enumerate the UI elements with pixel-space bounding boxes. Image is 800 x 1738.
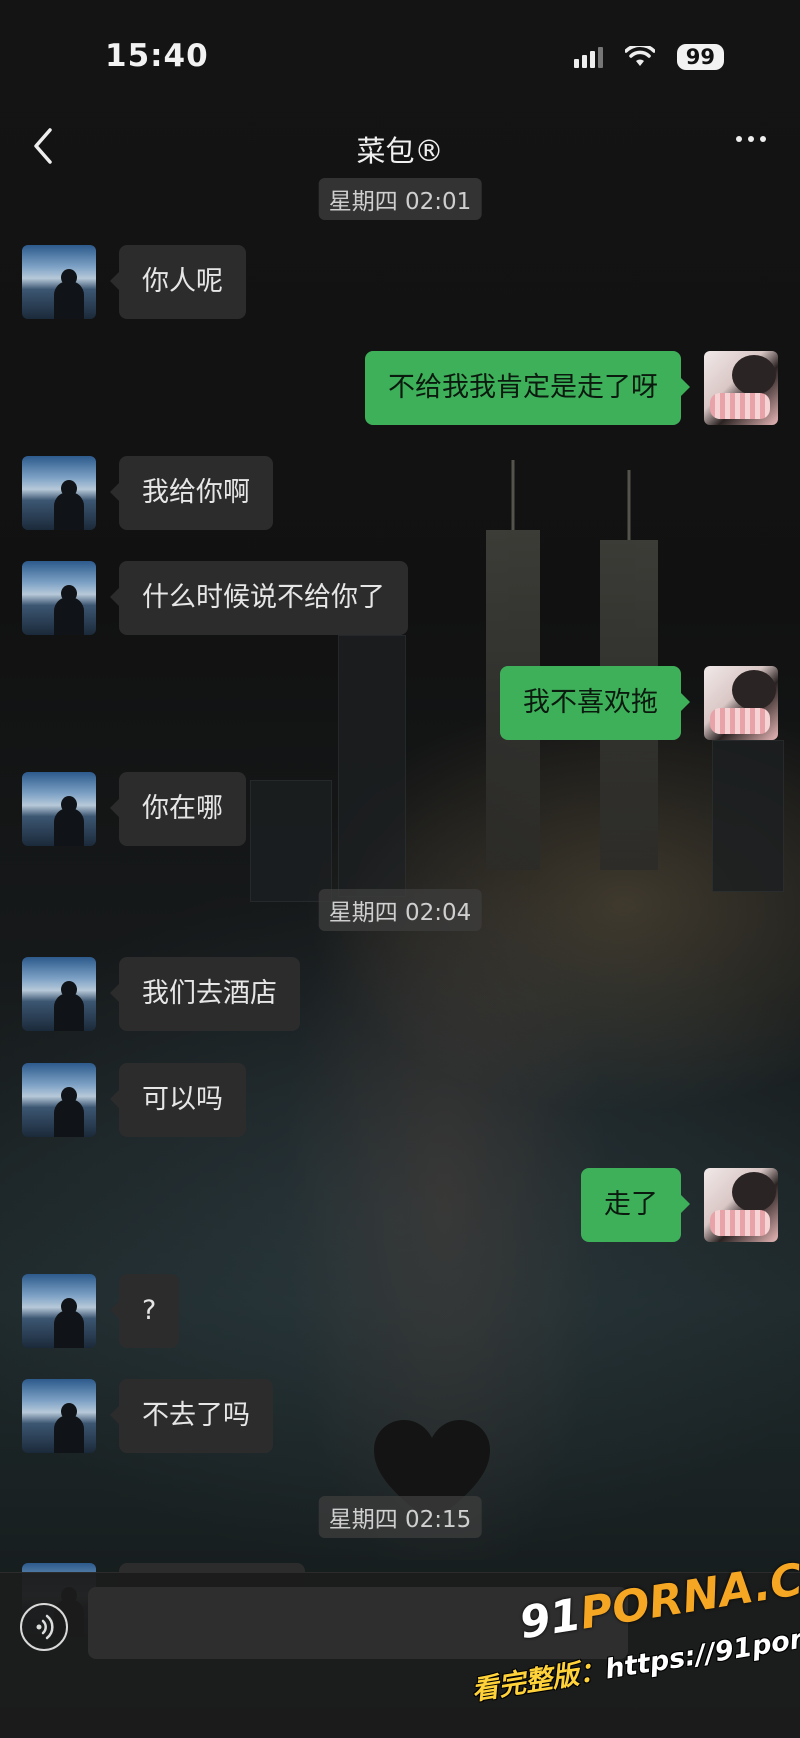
battery-indicator: 99 <box>676 44 724 70</box>
message-bubble[interactable]: 什么时候说不给你了 <box>110 561 408 635</box>
friend-avatar[interactable] <box>22 772 96 846</box>
message-sent: 走了 <box>581 1168 778 1242</box>
friend-avatar[interactable] <box>22 561 96 635</box>
message-bubble[interactable]: 你人呢 <box>110 245 246 319</box>
chat-header: 菜包® <box>0 110 800 182</box>
watermark-prefix: 看完整版： <box>469 1654 608 1707</box>
message-timestamp: 星期四 02:15 <box>318 1496 482 1538</box>
message-bubble[interactable]: 你在哪 <box>110 772 246 846</box>
status-icons: 99 <box>573 44 724 70</box>
message-received: 你人呢 <box>22 245 246 319</box>
message-received: 我给你啊 <box>22 456 273 530</box>
message-timestamp: 星期四 02:04 <box>318 889 482 931</box>
message-bubble[interactable]: 我给你啊 <box>110 456 273 530</box>
message-received: 什么时候说不给你了 <box>22 561 408 635</box>
self-avatar[interactable] <box>704 666 778 740</box>
friend-avatar[interactable] <box>22 957 96 1031</box>
chat-title[interactable]: 菜包® <box>0 128 800 170</box>
message-sent: 不给我我肯定是走了呀 <box>365 351 778 425</box>
self-avatar[interactable] <box>704 351 778 425</box>
message-bubble[interactable]: 不去了吗 <box>110 1379 273 1453</box>
message-bubble[interactable]: ? <box>109 1274 180 1348</box>
message-bubble[interactable]: 我们去酒店 <box>110 957 300 1031</box>
watermark-number: 91 <box>516 1589 585 1650</box>
message-bubble[interactable]: 可以吗 <box>110 1063 246 1137</box>
more-horizontal-icon[interactable] <box>736 136 766 142</box>
message-bubble[interactable]: 我不喜欢拖 <box>500 666 690 740</box>
chat-screen: 15:40 99 菜包® 星期四 02:01 星期四 02:04 星期四 02:… <box>0 0 800 1738</box>
friend-avatar[interactable] <box>22 1274 96 1348</box>
message-bubble[interactable]: 不给我我肯定是走了呀 <box>365 351 690 425</box>
self-avatar[interactable] <box>704 1168 778 1242</box>
cellular-signal-icon <box>573 46 603 68</box>
friend-avatar[interactable] <box>22 1379 96 1453</box>
friend-avatar[interactable] <box>22 456 96 530</box>
message-bubble[interactable]: 走了 <box>581 1168 690 1242</box>
status-bar: 15:40 99 <box>0 0 800 110</box>
friend-avatar[interactable] <box>22 1063 96 1137</box>
message-received: ? <box>22 1274 180 1348</box>
message-sent: 我不喜欢拖 <box>500 666 778 740</box>
wifi-icon <box>624 46 655 66</box>
building <box>712 740 784 892</box>
voice-wave-icon[interactable] <box>20 1603 68 1651</box>
friend-avatar[interactable] <box>22 245 96 319</box>
message-received: 我们去酒店 <box>22 957 300 1031</box>
status-time: 15:40 <box>105 38 209 74</box>
message-timestamp: 星期四 02:01 <box>318 178 482 220</box>
message-received: 你在哪 <box>22 772 246 846</box>
message-received: 不去了吗 <box>22 1379 273 1453</box>
message-received: 可以吗 <box>22 1063 246 1137</box>
